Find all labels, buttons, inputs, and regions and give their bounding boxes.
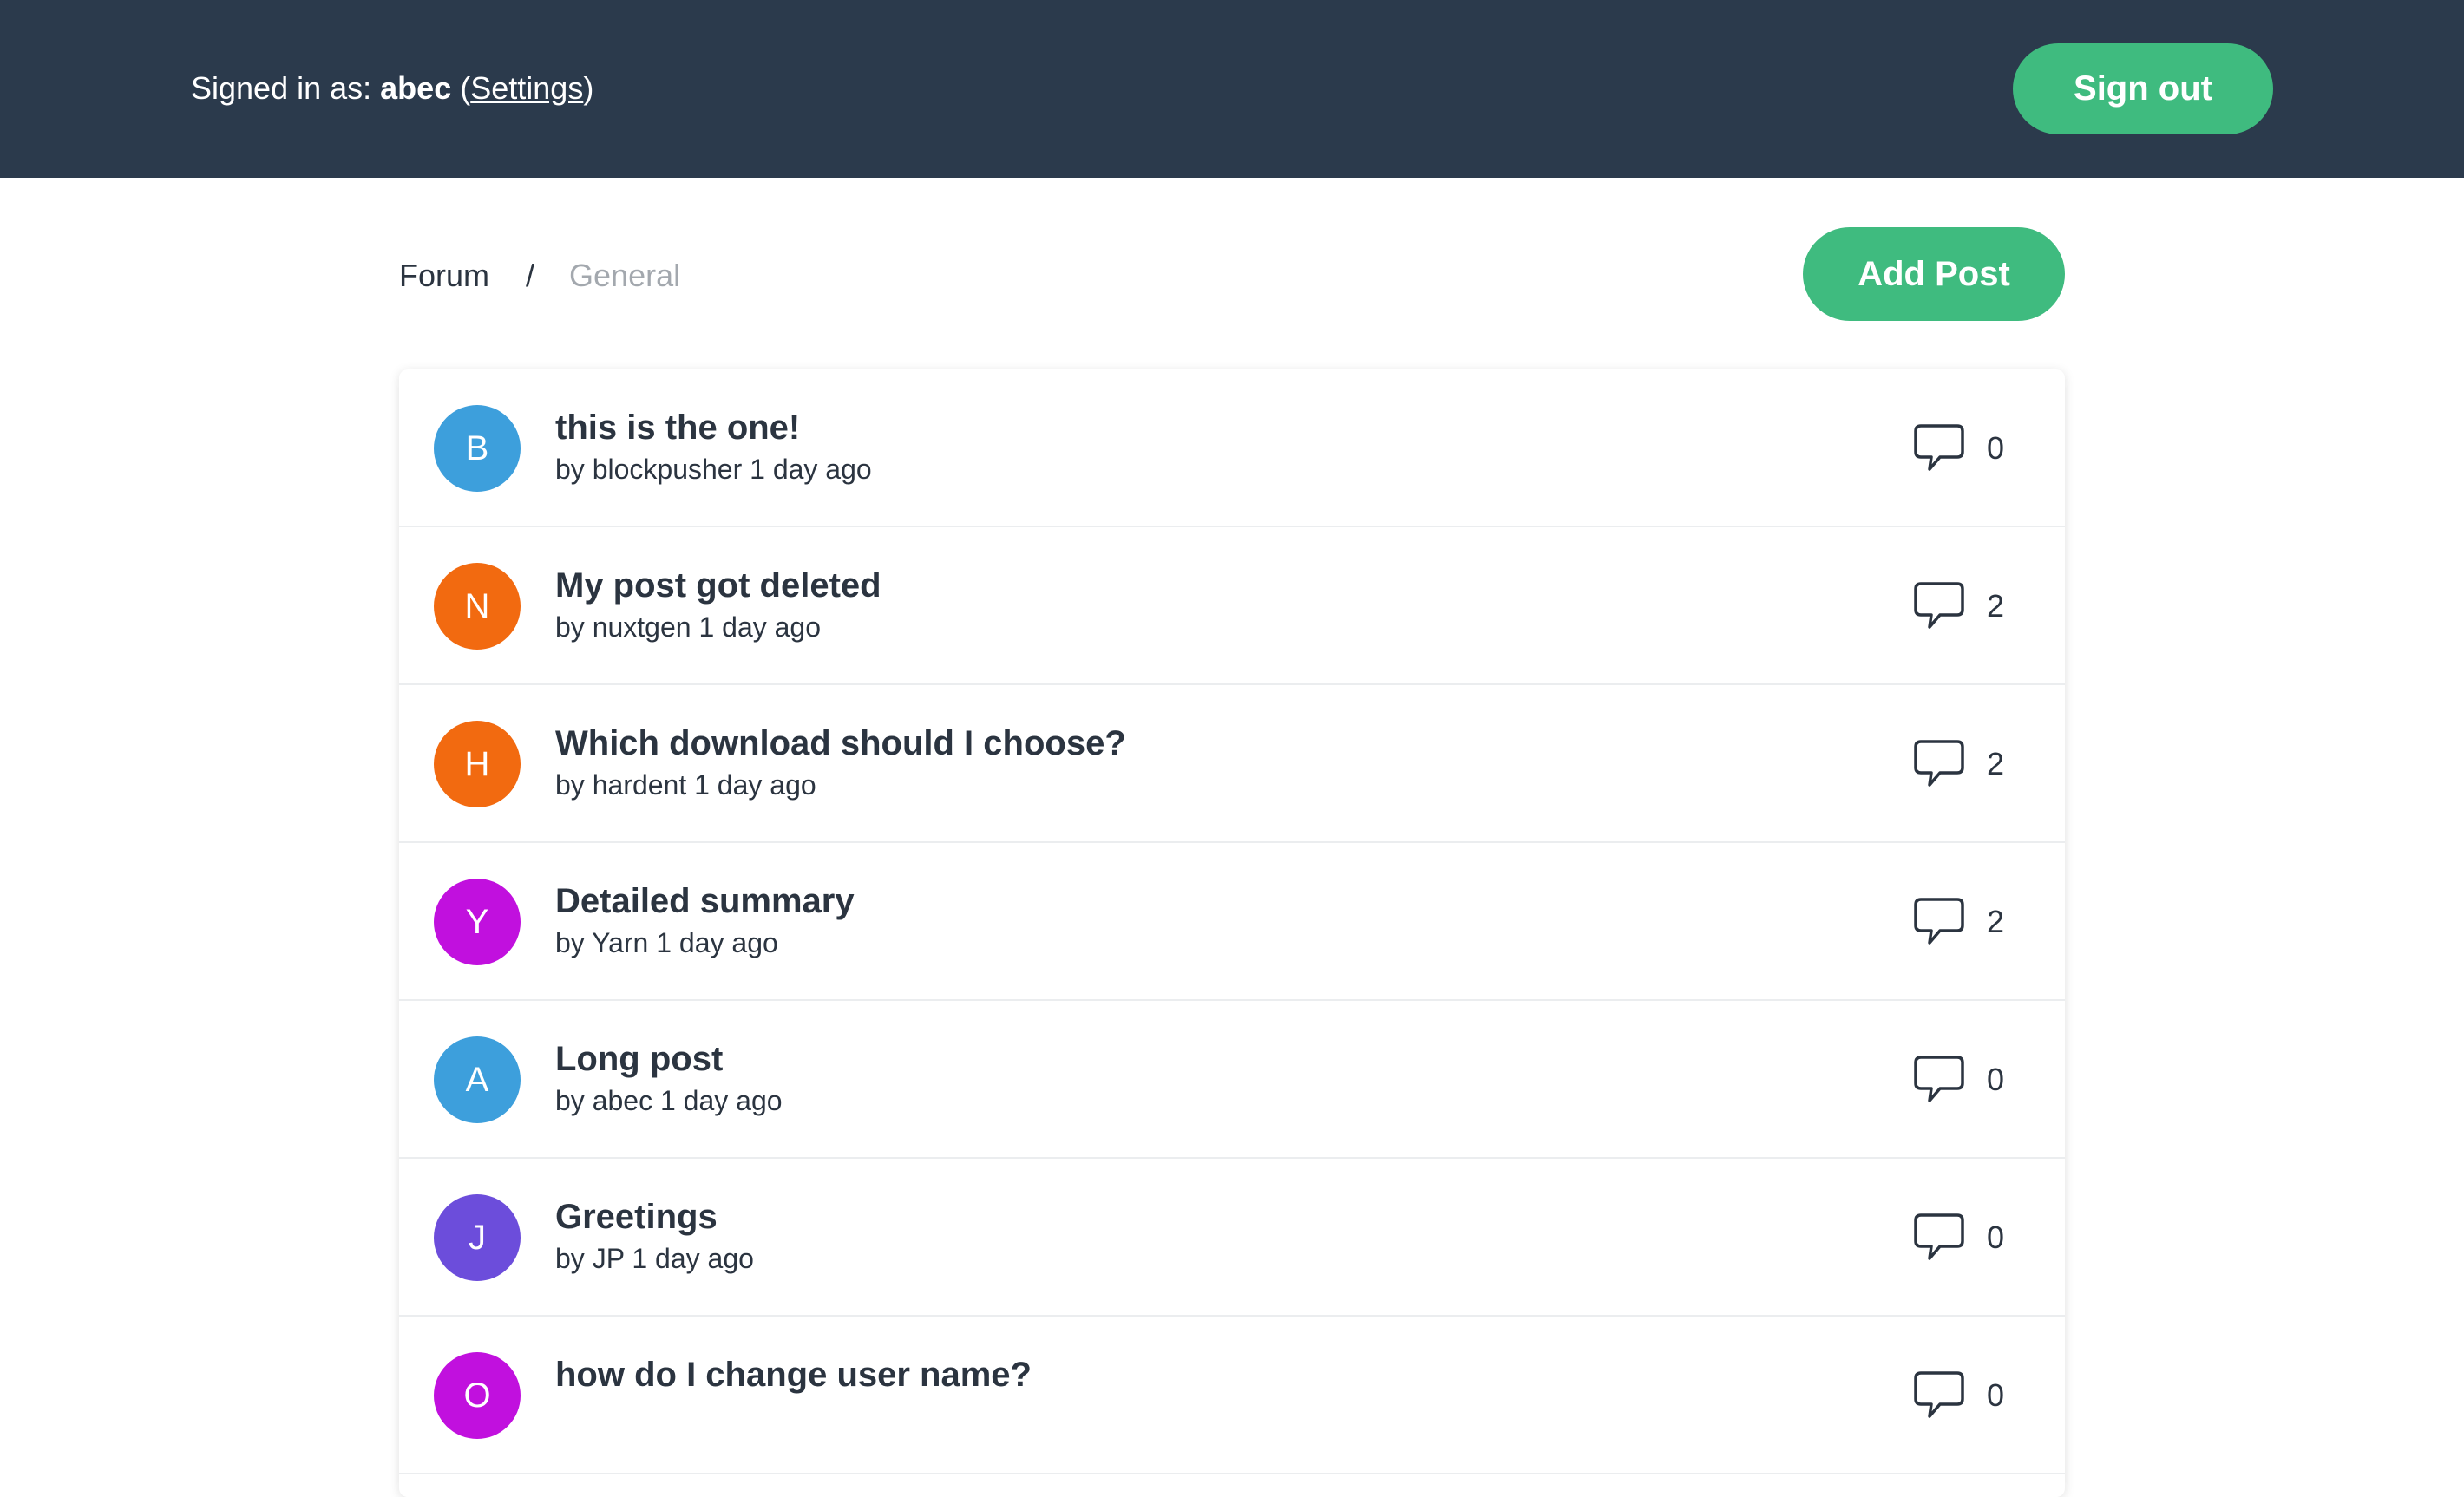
avatar: B [434, 405, 521, 492]
post-row[interactable]: Ohow do I change user name? 0 [399, 1317, 2065, 1474]
post-title-link[interactable]: Which download should I choose? [555, 720, 1126, 767]
comment-count: 0 [1987, 430, 2005, 466]
settings-link[interactable]: Settings [470, 70, 583, 106]
comment-icon [1912, 1370, 1966, 1422]
post-meta: by hardent 1 day ago [555, 769, 816, 801]
breadcrumb-separator: / [526, 258, 535, 293]
settings-open-paren: ( [460, 70, 471, 106]
post-row[interactable]: A Long post by abec 1 day ago 0 [399, 1001, 2065, 1159]
avatar: Y [434, 879, 521, 965]
add-post-button[interactable]: Add Post [1803, 227, 2065, 321]
comment-count-group: 2 [1912, 576, 2009, 637]
post-title-link[interactable]: how do I change user name? [555, 1351, 1032, 1398]
signed-in-prefix: Signed in as: [191, 70, 381, 106]
breadcrumb-forum-link[interactable]: Forum [399, 253, 489, 298]
post-meta: by Yarn 1 day ago [555, 927, 778, 958]
comment-count-group: 0 [1912, 1049, 2009, 1110]
avatar: H [434, 721, 521, 807]
comment-count: 2 [1987, 746, 2005, 781]
comment-count: 2 [1987, 904, 2005, 939]
avatar: O [434, 1352, 521, 1439]
settings-close-paren: ) [583, 70, 594, 106]
post-list: Bthis is the one! by blockpusher 1 day ag… [399, 369, 2065, 1497]
breadcrumb: Forum / General [399, 253, 680, 298]
sign-out-button[interactable]: Sign out [2013, 43, 2273, 134]
post-meta: by blockpusher 1 day ago [555, 454, 872, 485]
comment-count-group: 0 [1912, 418, 2009, 479]
top-bar: Signed in as: abec (Settings) Sign out [0, 0, 2464, 178]
comment-icon [1912, 1212, 1966, 1264]
comment-count: 0 [1987, 1062, 2005, 1097]
comment-icon [1912, 738, 1966, 790]
comment-icon [1912, 422, 1966, 474]
post-title-link[interactable]: Long post [555, 1036, 723, 1082]
avatar: A [434, 1036, 521, 1123]
post-meta: by abec 1 day ago [555, 1085, 783, 1116]
comment-icon [1912, 1054, 1966, 1106]
post-title-link[interactable]: Detailed summary [555, 878, 855, 925]
comment-count: 0 [1987, 1219, 2005, 1255]
post-meta: by JP 1 day ago [555, 1243, 754, 1274]
post-row[interactable]: H Which download should I choose? by harde… [399, 685, 2065, 843]
comment-count-group: 2 [1912, 734, 2009, 794]
comment-count-group: 0 [1912, 1207, 2009, 1268]
comment-count: 0 [1987, 1377, 2005, 1413]
post-row[interactable]: Bthis is the one! by blockpusher 1 day ag… [399, 369, 2065, 527]
post-row[interactable]: J Greetings by JP 1 day ago 0 [399, 1159, 2065, 1317]
comment-count-group: 2 [1912, 892, 2009, 952]
post-meta: by nuxtgen 1 day ago [555, 611, 822, 643]
comment-count-group: 0 [1912, 1365, 2009, 1426]
comment-icon [1912, 580, 1966, 632]
breadcrumb-current: General [569, 258, 681, 293]
comment-icon [1912, 896, 1966, 948]
signed-in-username: abec [380, 70, 452, 106]
post-title-link[interactable]: this is the one! [555, 404, 800, 451]
avatar: N [434, 563, 521, 650]
post-row[interactable]: N My post got deleted by nuxtgen 1 day ago… [399, 527, 2065, 685]
post-row[interactable]: Y Detailed summary by Yarn 1 day ago 2 [399, 843, 2065, 1001]
signed-in-status: Signed in as: abec (Settings) [191, 66, 593, 111]
post-title-link[interactable]: My post got deleted [555, 562, 881, 609]
post-title-link[interactable]: Greetings [555, 1193, 718, 1240]
comment-count: 2 [1987, 588, 2005, 624]
avatar: J [434, 1194, 521, 1281]
